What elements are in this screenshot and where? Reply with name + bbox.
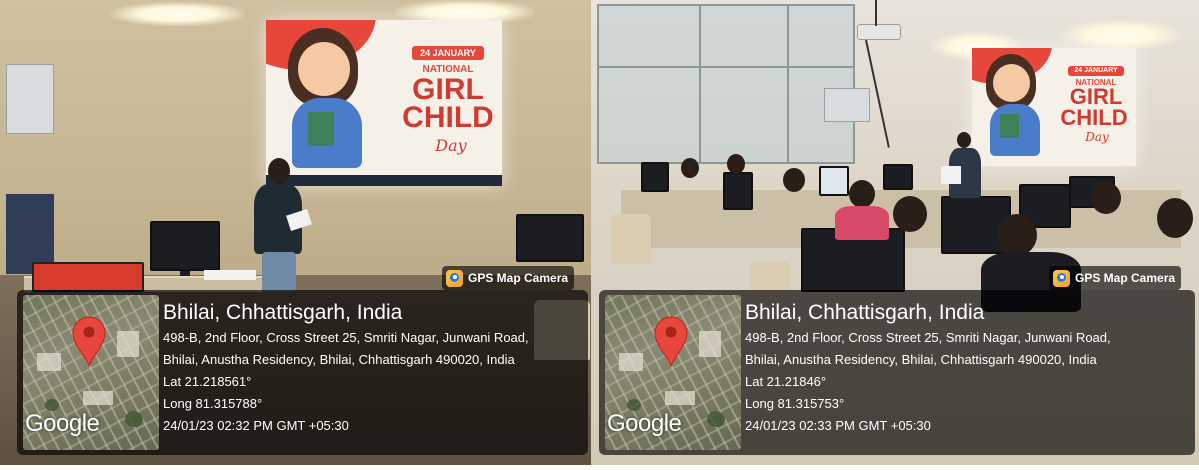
longitude: Long 81.315753° (745, 396, 845, 411)
map-tree (125, 411, 143, 427)
gps-badge-label: GPS Map Camera (468, 271, 569, 285)
gps-map-camera-badge: GPS Map Camera (1049, 266, 1182, 290)
partition-frame (699, 6, 701, 162)
location-title: Bhilai, Chhattisgarh, India (163, 301, 403, 324)
student-head (893, 196, 927, 232)
gps-map-camera-icon (446, 269, 463, 287)
student-head (849, 180, 875, 208)
map-building (665, 391, 695, 405)
slide-date: 24 JANUARY (412, 46, 484, 60)
address-line-2: Bhilai, Anustha Residency, Bhilai, Chhat… (745, 352, 1097, 367)
address-line-2: Bhilai, Anustha Residency, Bhilai, Chhat… (163, 352, 515, 367)
photo-left: 24 JANUARY NATIONAL GIRL CHILD Day GPS M… (0, 0, 591, 465)
location-info-panel: Google Bhilai, Chhattisgarh, India 498-B… (17, 290, 588, 455)
computer-monitor (883, 164, 913, 190)
student-head (681, 158, 699, 178)
location-title: Bhilai, Chhattisgarh, India (745, 301, 985, 324)
location-info-panel: Google Bhilai, Chhattisgarh, India 498-B… (599, 290, 1195, 455)
google-logo: Google (607, 410, 682, 437)
latitude: Lat 21.218561° (163, 374, 252, 389)
computer-monitor (641, 162, 669, 192)
book-icon (308, 112, 334, 146)
glass-partition (597, 4, 855, 164)
girl-illustration-face (298, 42, 350, 96)
student-head (997, 214, 1037, 256)
student-presenter-jeans (262, 252, 296, 292)
computer-monitor (819, 166, 849, 196)
slide-line-child: CHILD (402, 101, 494, 134)
chair (611, 214, 651, 264)
latitude: Lat 21.21846° (745, 374, 827, 389)
student-body (835, 206, 889, 240)
ceiling-light (1061, 20, 1181, 50)
ceiling-projector (857, 24, 901, 40)
presentation-laptop (32, 262, 144, 292)
slide-date: 24 JANUARY (1068, 66, 1124, 76)
student-head (1157, 198, 1193, 238)
location-details: Bhilai, Chhattisgarh, India 498-B, 2nd F… (163, 300, 584, 436)
gps-badge-label: GPS Map Camera (1075, 271, 1176, 285)
partition-frame (599, 66, 853, 68)
google-logo: Google (25, 410, 100, 437)
gps-map-camera-badge: GPS Map Camera (442, 266, 575, 290)
girl-illustration-face (993, 64, 1030, 102)
timestamp: 24/01/23 02:33 PM GMT +05:30 (745, 418, 931, 433)
address-line-1: 498-B, 2nd Floor, Cross Street 25, Smrit… (745, 330, 1111, 345)
paper-sheet (941, 166, 961, 184)
location-pin-icon (654, 316, 688, 367)
map-building (619, 353, 643, 371)
projector-mount (875, 0, 877, 26)
computer-monitor (723, 172, 753, 210)
map-building (37, 353, 61, 371)
student-presenter-head (268, 158, 290, 184)
slide-line-child: CHILD (1060, 105, 1128, 130)
student-head (783, 168, 805, 192)
computer-monitor (150, 221, 220, 271)
projected-slide: 24 JANUARY NATIONAL GIRL CHILD Day (972, 48, 1136, 166)
book-icon (1000, 114, 1019, 138)
ceiling-light (110, 2, 245, 26)
keyboard (204, 270, 256, 280)
computer-monitor (516, 214, 584, 262)
map-tree (707, 411, 725, 427)
projected-slide: 24 JANUARY NATIONAL GIRL CHILD Day (266, 20, 502, 186)
photo-right: 24 JANUARY NATIONAL GIRL CHILD Day GPS M… (591, 0, 1199, 465)
wall-cabinet (6, 64, 54, 134)
map-building (83, 391, 113, 405)
map-building (699, 331, 721, 357)
partition-frame (787, 6, 789, 162)
gps-map-camera-icon (1053, 269, 1070, 287)
taskbar (266, 175, 502, 186)
longitude: Long 81.315788° (163, 396, 263, 411)
address-line-1: 498-B, 2nd Floor, Cross Street 25, Smrit… (163, 330, 529, 345)
student-head (1091, 182, 1121, 214)
student-head (727, 154, 745, 174)
map-thumbnail: Google (605, 295, 741, 450)
student-presenter-head (957, 132, 971, 148)
slide-line-day: Day (435, 136, 467, 155)
location-details: Bhilai, Chhattisgarh, India 498-B, 2nd F… (745, 300, 1191, 436)
wall-cabinet (824, 88, 870, 122)
location-pin-icon (72, 316, 106, 367)
slide-line-day: Day (1085, 130, 1109, 144)
map-building (117, 331, 139, 357)
bottom-border (0, 465, 1199, 470)
map-thumbnail: Google (23, 295, 159, 450)
timestamp: 24/01/23 02:32 PM GMT +05:30 (163, 418, 349, 433)
